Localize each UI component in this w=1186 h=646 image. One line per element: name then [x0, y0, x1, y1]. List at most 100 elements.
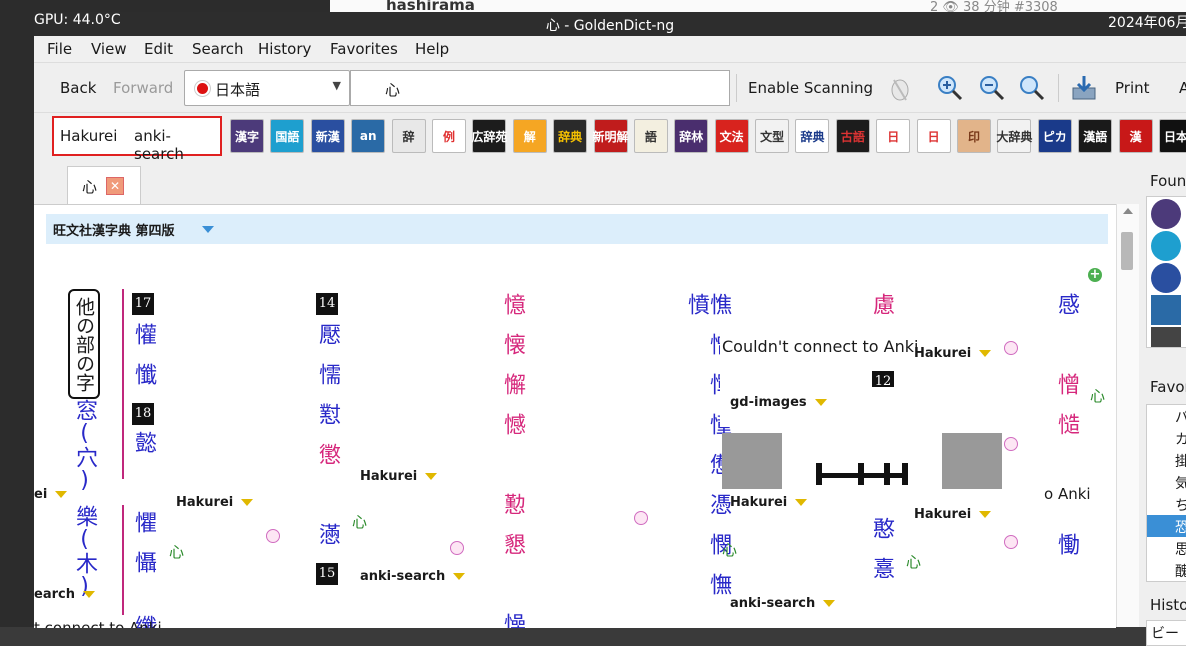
menu-file[interactable]: File — [47, 40, 72, 58]
toolbar-overflow-button[interactable]: A — [1179, 79, 1186, 97]
kokoro-link[interactable]: 心 — [722, 539, 737, 560]
dictionary-icon[interactable]: 新漢 — [310, 119, 345, 153]
menu-favorites[interactable]: Favorites — [330, 40, 398, 58]
print-button[interactable]: Print — [1115, 79, 1150, 97]
kanji-list[interactable]: 憶懐懈憾 — [500, 293, 525, 453]
favorite-item[interactable]: ち — [1175, 495, 1186, 515]
dictionary-icon[interactable]: 語 — [633, 119, 668, 153]
dictionary-icon[interactable]: 漢字 — [230, 119, 264, 153]
favorite-item[interactable]: 醜 — [1175, 561, 1186, 581]
dictionary-icon[interactable]: 大辞典 — [996, 119, 1032, 153]
scan-popup-icon[interactable] — [886, 74, 914, 102]
close-tab-icon[interactable]: ✕ — [106, 177, 124, 195]
kanji-list[interactable]: 懕懦懟 — [315, 323, 340, 443]
scroll-up-icon[interactable] — [1123, 208, 1133, 214]
found-list[interactable] — [1146, 196, 1186, 348]
dictionary-icon[interactable]: 新明解 — [593, 119, 629, 153]
dictionary-icon[interactable]: 辞典 — [553, 119, 588, 153]
audio-icon[interactable] — [1004, 341, 1018, 355]
audio-icon[interactable] — [266, 529, 280, 543]
kanji-list[interactable]: 懼懾 — [131, 511, 156, 591]
dictionary-icon[interactable]: 解 — [512, 119, 547, 153]
menu-edit[interactable]: Edit — [144, 40, 173, 58]
kanji-list[interactable]: 懽懺 — [131, 323, 156, 403]
favorite-item[interactable]: 思 — [1175, 539, 1186, 559]
menu-search[interactable]: Search — [192, 40, 244, 58]
kokoro-link[interactable]: 心 — [1090, 385, 1105, 406]
kanji-list[interactable]: 懿 — [131, 431, 156, 471]
kanji-list[interactable]: 懆 — [500, 613, 525, 628]
dictionary-icon[interactable]: 日本 — [1158, 119, 1186, 153]
dictionary-icon[interactable]: 日 — [916, 119, 951, 153]
search-input[interactable]: 心 — [350, 70, 730, 106]
menu-help[interactable]: Help — [415, 40, 449, 58]
kanji-list[interactable]: 憎慥 — [1054, 373, 1079, 453]
history-list[interactable]: ビー — [1146, 620, 1186, 646]
back-button[interactable]: Back — [60, 79, 96, 97]
group-fragment-label: Hakurei — [360, 469, 418, 484]
kanji-list[interactable]: 慮 — [869, 293, 894, 333]
favorite-item[interactable]: 気 — [1175, 473, 1186, 493]
stroke-count: 18 — [132, 403, 154, 425]
dictionary-header[interactable]: 旺文社漢字典 第四版 — [46, 214, 1108, 244]
zoom-reset-icon[interactable] — [1018, 74, 1046, 102]
menu-history[interactable]: History — [258, 40, 311, 58]
audio-icon[interactable] — [450, 541, 464, 555]
kanji-list[interactable]: 懣 — [315, 523, 340, 563]
enable-scanning-button[interactable]: Enable Scanning — [748, 79, 873, 97]
favorite-item[interactable]: カ — [1175, 429, 1186, 449]
dictionary-icon[interactable]: 辞 — [391, 119, 426, 153]
kanji-list[interactable]: 憨憙 — [869, 517, 894, 597]
save-article-icon[interactable] — [1070, 74, 1098, 102]
dictionary-icon[interactable]: 漢語 — [1078, 119, 1113, 153]
kanji-list[interactable]: 慟 — [1054, 533, 1079, 573]
dictionary-icon[interactable]: 例 — [431, 119, 466, 153]
dictionary-icon[interactable]: 文型 — [755, 119, 790, 153]
scroll-thumb[interactable] — [1121, 232, 1133, 270]
dictionary-icon[interactable]: 広辞苑 — [471, 119, 507, 153]
dictionary-icon[interactable]: ピカ — [1037, 119, 1072, 153]
tab-kokoro[interactable]: 心 ✕ — [67, 166, 141, 205]
group-select[interactable]: Hakurei anki-search — [52, 116, 222, 163]
audio-icon[interactable] — [1004, 535, 1018, 549]
favorites-list[interactable]: パ カ 掛 気 ち 恐 思 醜 — [1146, 404, 1186, 582]
zoom-in-icon[interactable] — [936, 74, 964, 102]
dictionary-icon[interactable]: 印 — [957, 119, 992, 153]
forward-button[interactable]: Forward — [113, 79, 173, 97]
dictionary-icon[interactable]: 辞典 — [795, 119, 830, 153]
audio-icon[interactable] — [634, 511, 648, 525]
favorite-item[interactable]: 掛 — [1175, 451, 1186, 471]
dictionary-icon[interactable] — [1151, 327, 1181, 347]
kanji-list[interactable]: 感 — [1054, 293, 1079, 333]
title-bar[interactable]: 心 - GoldenDict-ng — [34, 12, 1186, 36]
history-item[interactable]: ビー — [1151, 623, 1179, 643]
kokoro-link[interactable]: 心 — [352, 511, 367, 532]
dictionary-icon[interactable] — [1151, 295, 1181, 325]
dictionary-icon[interactable]: an — [351, 119, 386, 153]
dictionary-icon[interactable]: 国語 — [270, 119, 305, 153]
dictionary-icon[interactable]: 漢 — [1118, 119, 1153, 153]
dictionary-icon[interactable]: 日 — [876, 119, 911, 153]
menu-view[interactable]: View — [91, 40, 127, 58]
kanji-char[interactable]: 窓 — [72, 399, 97, 421]
kokoro-link[interactable]: 心 — [906, 551, 921, 572]
dictionary-icon[interactable] — [1151, 199, 1181, 229]
article-scrollbar[interactable] — [1116, 204, 1139, 627]
kanji-list[interactable]: 懲 — [315, 443, 340, 483]
search-input-value: 心 — [385, 81, 401, 99]
zoom-out-icon[interactable] — [978, 74, 1006, 102]
language-select[interactable]: 日本語 ▼ — [184, 70, 350, 106]
dictionary-icon[interactable]: 文法 — [714, 119, 749, 153]
kanji-list[interactable]: 懃懇 — [500, 493, 525, 573]
dictionary-icon[interactable] — [1151, 263, 1181, 293]
kokoro-link[interactable]: 心 — [169, 541, 184, 562]
expand-plus-icon[interactable]: + — [1088, 268, 1102, 282]
favorite-item[interactable]: 恐 — [1175, 517, 1186, 537]
kanji-char[interactable]: 樂 — [72, 505, 97, 527]
dictionary-icon[interactable] — [1151, 231, 1181, 261]
favorite-item[interactable]: パ — [1175, 407, 1186, 427]
audio-icon[interactable] — [1004, 437, 1018, 451]
dictionary-icon[interactable]: 辞林 — [674, 119, 709, 153]
collapse-triangle-icon[interactable] — [202, 226, 214, 233]
dictionary-icon[interactable]: 古語 — [835, 119, 870, 153]
